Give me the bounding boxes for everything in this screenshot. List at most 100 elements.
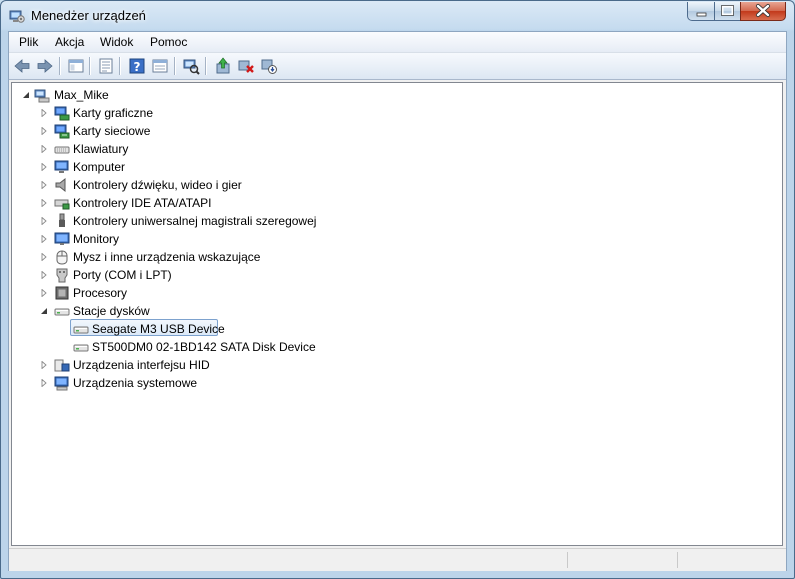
minimize-button[interactable] [687,2,715,21]
tree-category[interactable]: Porty (COM i LPT) [12,266,772,284]
menu-akcja[interactable]: Akcja [55,35,84,49]
expand-triangle-icon[interactable] [40,199,48,207]
tree-category[interactable]: Stacje dysków [12,302,772,320]
client-area: Plik Akcja Widok Pomoc ? Max_Mike Karty g… [8,31,787,571]
tree-category[interactable]: Procesory [12,284,772,302]
disable-device-icon[interactable] [260,57,278,75]
console-view-icon[interactable] [151,57,169,75]
keyboard-icon [54,146,70,154]
toolbar-separator [119,57,121,75]
properties-icon[interactable] [97,57,115,75]
menu-widok[interactable]: Widok [100,35,133,49]
expand-triangle-icon[interactable] [40,127,48,135]
expand-triangle-icon[interactable] [40,109,48,117]
computer-root-icon [34,89,50,103]
toolbar-separator [89,57,91,75]
status-bar [9,548,786,571]
tree-item-label: Kontrolery IDE ATA/ATAPI [73,196,212,210]
tree-item-label: Karty sieciowe [73,124,151,138]
menu-pomoc[interactable]: Pomoc [150,35,187,49]
svg-text:?: ? [134,60,141,74]
expand-triangle-icon[interactable] [40,145,48,153]
disk-drive-icon [73,344,89,352]
usb-plug-icon [59,213,65,227]
tree-item-label: ST500DM0 02-1BD142 SATA Disk Device [92,340,316,354]
forward-arrow-icon[interactable] [36,57,54,75]
tree-category[interactable]: Komputer [12,158,772,176]
tree-category[interactable]: Karty graficzne [12,104,772,122]
processor-icon [55,286,69,300]
device-manager-window: Menedżer urządzeń Plik Akcja Widok Pomoc… [0,0,795,579]
tree-item-label: Max_Mike [54,88,109,102]
minimize-icon [696,12,707,17]
expand-triangle-icon[interactable] [40,379,48,387]
title-bar[interactable]: Menedżer urządzeń [1,1,794,31]
tree-device[interactable]: ST500DM0 02-1BD142 SATA Disk Device [12,338,772,356]
tree-category[interactable]: Kontrolery dźwięku, wideo i gier [12,176,772,194]
speaker-icon [55,177,66,193]
expand-triangle-icon[interactable] [40,181,48,189]
network-adapter-icon [54,124,70,139]
help-icon[interactable]: ? [128,57,146,75]
device-manager-app-icon [9,10,25,23]
disk-drive-icon [54,308,70,316]
tree-root[interactable]: Max_Mike [12,86,772,104]
monitor-icon [54,232,70,245]
tree-item-label: Komputer [73,160,126,174]
toolbar-separator [205,57,207,75]
expand-triangle-icon[interactable] [40,253,48,261]
expand-triangle-icon[interactable] [40,235,48,243]
tree-item-label: Mysz i inne urządzenia wskazujące [73,250,261,264]
tree-category[interactable]: Mysz i inne urządzenia wskazujące [12,248,772,266]
show-hide-tree-icon[interactable] [67,57,85,75]
tree-item-label: Karty graficzne [73,106,154,120]
display-adapter-icon [54,106,70,121]
mouse-icon [56,250,68,265]
scan-hardware-icon[interactable] [182,57,200,75]
tree-item-label: Urządzenia interfejsu HID [73,358,210,372]
tree-category[interactable]: Kontrolery IDE ATA/ATAPI [12,194,772,212]
tree-item-label: Klawiatury [73,142,129,156]
maximize-icon [721,5,734,16]
tree-category[interactable]: Karty sieciowe [12,122,772,140]
disk-drive-icon [73,326,89,334]
toolbar-separator [174,57,176,75]
update-driver-icon[interactable] [214,57,232,75]
expand-triangle-icon[interactable] [40,361,48,369]
window-title: Menedżer urządzeń [31,8,146,23]
tree-category[interactable]: Monitory [12,230,772,248]
computer-icon [54,160,69,173]
expand-triangle-icon[interactable] [40,289,48,297]
expand-triangle-icon[interactable] [40,271,48,279]
maximize-button[interactable] [714,2,741,21]
tree-item-label: Stacje dysków [73,304,150,318]
close-button[interactable] [740,2,786,21]
status-pane-divider [677,552,678,568]
toolbar-separator [59,57,61,75]
device-tree[interactable]: Max_Mike Karty graficzne Karty sieciowe Kla… [11,82,783,546]
tree-item-label: Porty (COM i LPT) [73,268,172,282]
tree-device-selected[interactable]: Seagate M3 USB Device [12,320,772,338]
uninstall-icon[interactable] [237,57,255,75]
port-icon [56,268,68,283]
tree-item-label: Seagate M3 USB Device [92,322,225,336]
tree-category[interactable]: Urządzenia systemowe [12,374,772,392]
tree-category[interactable]: Kontrolery uniwersalnej magistrali szere… [12,212,772,230]
tree-item-label: Urządzenia systemowe [73,376,198,390]
menu-plik[interactable]: Plik [19,35,38,49]
status-pane-divider [567,552,568,568]
close-icon [756,4,770,17]
expand-triangle-icon[interactable] [40,163,48,171]
expand-triangle-icon[interactable] [40,217,48,225]
tree-category[interactable]: Klawiatury [12,140,772,158]
tree-item-label: Monitory [73,232,120,246]
hid-device-icon [54,359,70,372]
tree-category[interactable]: Urządzenia interfejsu HID [12,356,772,374]
tree-item-label: Kontrolery uniwersalnej magistrali szere… [73,214,317,228]
collapse-triangle-icon[interactable] [22,91,30,99]
tree-item-label: Procesory [73,286,128,300]
ide-controller-icon [54,199,70,210]
tree-item-label: Kontrolery dźwięku, wideo i gier [73,178,242,192]
collapse-triangle-icon[interactable] [40,307,48,315]
back-arrow-icon[interactable] [13,57,31,75]
